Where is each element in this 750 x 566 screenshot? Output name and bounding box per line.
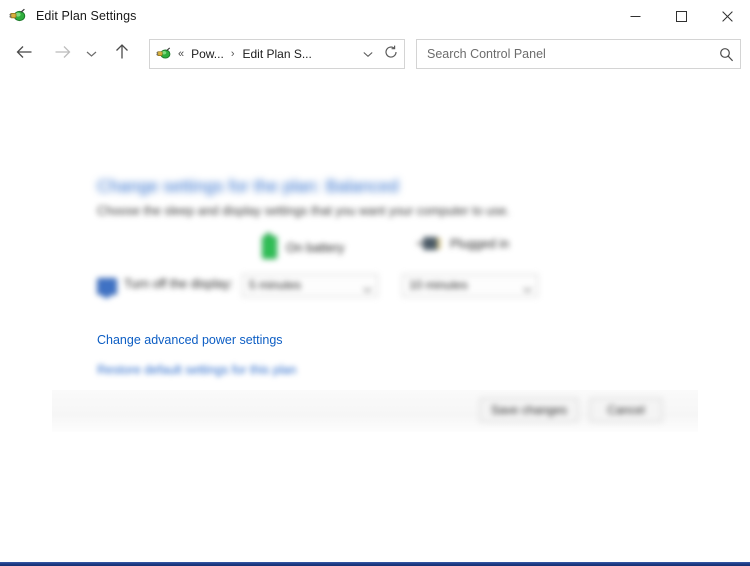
column-header-on-battery: On battery — [262, 233, 345, 259]
address-power-plan-icon — [156, 46, 172, 62]
search-icon[interactable] — [712, 47, 740, 62]
column-header-plugged-in-label: Plugged in — [450, 236, 510, 251]
recent-locations-button[interactable] — [80, 39, 102, 69]
back-arrow-icon — [16, 45, 33, 64]
close-button[interactable] — [704, 0, 750, 32]
maximize-button[interactable] — [658, 0, 704, 32]
display-monitor-icon — [97, 278, 117, 298]
maximize-icon — [675, 10, 687, 22]
restore-default-settings-link[interactable]: Restore default settings for this plan — [97, 363, 296, 377]
search-input[interactable] — [425, 46, 712, 62]
power-plan-icon — [9, 7, 27, 25]
turn-off-display-on-battery-value: 5 minutes — [249, 278, 302, 292]
command-panel: Save changes Cancel — [52, 390, 698, 432]
breadcrumb-item-edit-plan-settings[interactable]: Edit Plan S... — [242, 47, 311, 61]
turn-off-display-on-battery-combobox[interactable]: 5 minutes — [242, 274, 378, 297]
close-icon — [721, 10, 733, 22]
screen-root: Edit Plan Settings « Pow... › Edit Plan … — [0, 0, 750, 566]
minimize-icon — [630, 11, 641, 22]
column-header-plugged-in: Plugged in — [417, 236, 509, 251]
up-arrow-icon — [115, 43, 129, 65]
column-headers: On battery Plugged in — [262, 233, 592, 260]
save-changes-button[interactable]: Save changes — [480, 398, 578, 422]
refresh-icon — [384, 45, 398, 64]
change-advanced-power-settings-link[interactable]: Change advanced power settings — [97, 333, 283, 347]
window-controls — [612, 0, 750, 32]
window-title: Edit Plan Settings — [36, 9, 137, 23]
back-button[interactable] — [8, 39, 40, 69]
forward-arrow-icon — [54, 45, 71, 64]
page-title: Change settings for the plan: Balanced — [97, 176, 399, 196]
recent-locations-chevron-icon — [86, 45, 97, 63]
setting-row-turn-off-display: Turn off the display: 5 minutes 10 minut… — [97, 274, 552, 300]
address-bar[interactable]: « Pow... › Edit Plan S... — [149, 39, 405, 69]
chevron-down-icon — [363, 45, 373, 63]
forward-button[interactable] — [46, 39, 78, 69]
power-plug-icon — [417, 236, 441, 251]
window-titlebar: Edit Plan Settings — [0, 0, 750, 32]
search-box[interactable] — [416, 39, 741, 69]
content-area: Change settings for the plan: Balanced C… — [0, 76, 750, 562]
turn-off-display-plugged-in-combobox[interactable]: 10 minutes — [402, 274, 538, 297]
edit-plan-settings-window: Edit Plan Settings « Pow... › Edit Plan … — [0, 0, 750, 562]
column-header-on-battery-label: On battery — [286, 240, 345, 255]
breadcrumb-separator: › — [230, 48, 235, 60]
chevron-down-icon — [363, 280, 372, 298]
minimize-button[interactable] — [612, 0, 658, 32]
breadcrumb-item-power-options[interactable]: Pow... — [191, 47, 224, 61]
refresh-button[interactable] — [378, 45, 404, 64]
battery-icon — [262, 233, 277, 259]
up-button[interactable] — [106, 39, 138, 69]
page-subtitle: Choose the sleep and display settings th… — [97, 204, 510, 218]
taskbar-accent-line — [0, 562, 750, 566]
chevron-down-icon — [523, 280, 532, 298]
cancel-button[interactable]: Cancel — [590, 398, 662, 422]
address-dropdown-button[interactable] — [358, 45, 378, 63]
breadcrumb-overflow[interactable]: « — [178, 48, 184, 60]
setting-row-label: Turn off the display: — [124, 277, 234, 291]
navigation-bar: « Pow... › Edit Plan S... — [0, 32, 750, 76]
turn-off-display-plugged-in-value: 10 minutes — [409, 278, 468, 292]
